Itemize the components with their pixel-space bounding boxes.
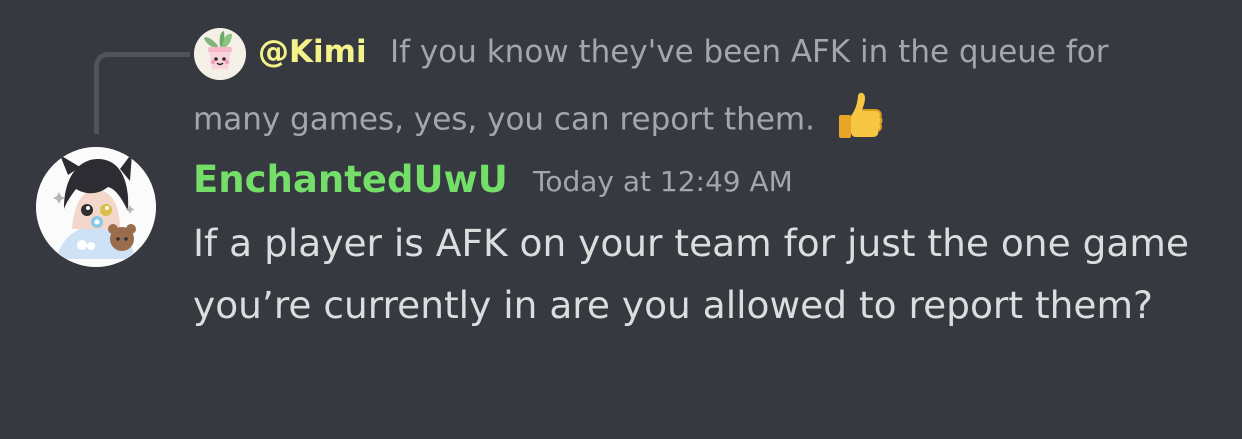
reply-avatar[interactable] <box>194 28 246 80</box>
reply-preview-text: many games, yes, you can report them. <box>193 101 815 138</box>
message-text: If a player is AFK on your team for just… <box>193 221 1189 327</box>
thumbs-up-icon <box>833 88 887 154</box>
user-avatar[interactable] <box>36 147 156 267</box>
anime-character-avatar-icon <box>36 147 156 267</box>
reply-preview-line-2[interactable]: many games, yes, you can report them. <box>193 88 887 154</box>
message-timestamp[interactable]: Today at 12:49 AM <box>533 162 793 202</box>
reply-author-name[interactable]: @Kimi <box>258 30 367 74</box>
author-name[interactable]: EnchantedUwU <box>193 156 508 204</box>
plant-pot-avatar-icon <box>194 28 246 80</box>
reply-connector <box>94 52 190 134</box>
reply-preview-line-1[interactable]: If you know they've been AFK in the queu… <box>390 30 1109 74</box>
